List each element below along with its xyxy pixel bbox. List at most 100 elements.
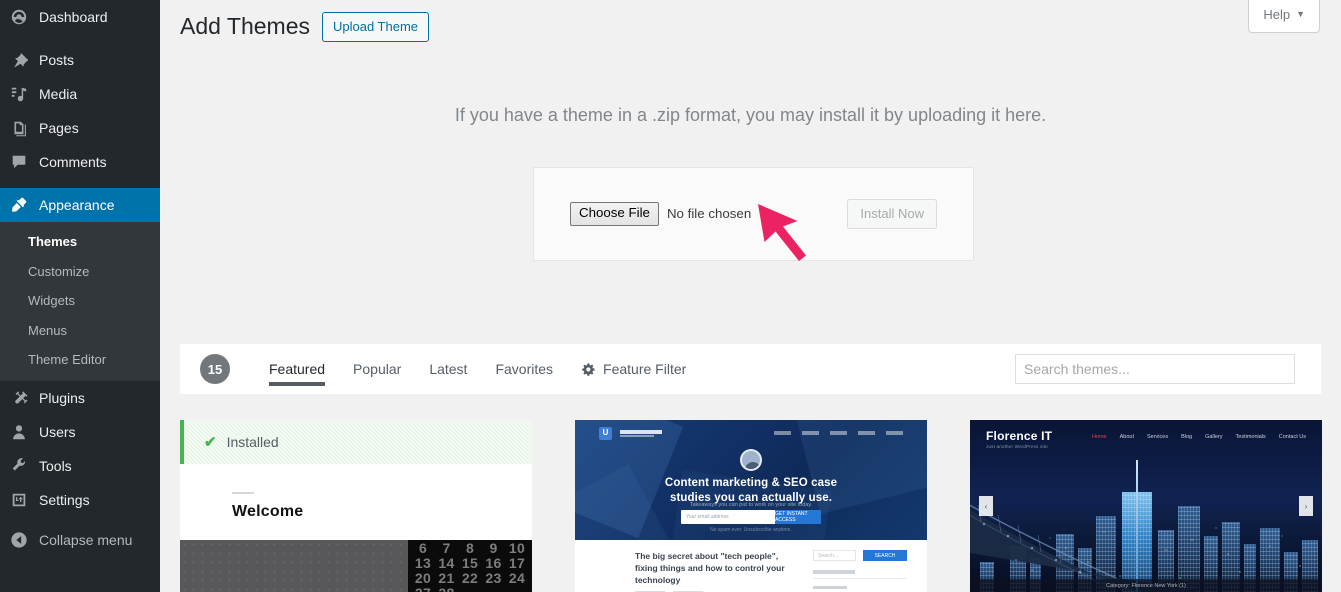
sidebar-divider	[0, 34, 160, 43]
sidebar-item-pages[interactable]: Pages	[0, 111, 160, 145]
calendar-widget: 6 7 8 9 10 13 14 15 16 17 20 21 22 23 24	[408, 540, 532, 592]
admin-sidebar: Dashboard Posts Media Pages Comments App…	[0, 0, 160, 592]
sidebar-search-button: SEARCH	[863, 550, 907, 561]
sidebar-item-comments[interactable]: Comments	[0, 145, 160, 179]
submenu-item-customize[interactable]: Customize	[0, 257, 160, 287]
sidebar-search-row: Search… SEARCH	[813, 550, 907, 561]
sidebar-widget-heading	[813, 585, 907, 589]
sidebar-item-users[interactable]: Users	[0, 415, 160, 449]
theme-card-marketing[interactable]: U Content marketing & SEO case studies y…	[575, 420, 927, 592]
tab-latest[interactable]: Latest	[415, 344, 481, 394]
tab-featured[interactable]: Featured	[255, 344, 339, 394]
calendar-cell: 23	[485, 570, 502, 587]
calendar-cell: 20	[414, 570, 432, 587]
sidebar-collapse-label: Collapse menu	[39, 531, 133, 548]
screenshot-article: The big secret about "tech people", fixi…	[635, 550, 795, 592]
screenshot-nav-links: Home About Services Blog Gallery Testimo…	[1092, 430, 1306, 440]
sidebar-item-label: Posts	[39, 52, 75, 68]
upload-theme-panel: Choose File No file chosen Install Now	[533, 167, 974, 261]
sidebar-divider	[0, 179, 160, 188]
calendar-cell: 8	[465, 540, 475, 556]
nav-link: About	[1119, 434, 1134, 440]
page-header: Add Themes Upload Theme	[160, 0, 1341, 42]
calendar-cell: 6	[418, 540, 428, 556]
submenu-item-menus[interactable]: Menus	[0, 316, 160, 346]
sidebar-item-posts[interactable]: Posts	[0, 43, 160, 77]
calendar-row: 20 21 22 23 24	[410, 571, 530, 586]
calendar-cell: 28	[436, 586, 458, 592]
sidebar-item-label: Comments	[39, 154, 107, 170]
upload-theme-button[interactable]: Upload Theme	[321, 12, 430, 42]
calendar-cell: 13	[414, 555, 432, 572]
headline-line-1: Content marketing & SEO case	[664, 477, 838, 489]
slider-next-icon: ›	[1299, 496, 1313, 516]
brand-wordmark	[620, 429, 662, 437]
signup-submit-button: GET INSTANT ACCESS	[775, 510, 821, 524]
nav-link: Blog	[1181, 434, 1193, 440]
brand-tagline: Just another WordPress site	[986, 443, 1048, 449]
calendar-cell: 27	[412, 586, 434, 592]
gear-icon	[582, 363, 595, 376]
installed-status-label: Installed	[226, 434, 279, 450]
submenu-item-themes[interactable]: Themes	[0, 227, 160, 257]
chevron-down-icon: ▼	[1296, 9, 1305, 20]
help-tab-label: Help	[1263, 7, 1291, 22]
calendar-cell: 24	[508, 570, 526, 587]
file-input-group[interactable]: Choose File No file chosen	[570, 202, 847, 226]
sidebar-item-plugins[interactable]: Plugins	[0, 381, 160, 415]
calendar-cell: 15	[461, 555, 479, 572]
calendar-cell: 14	[438, 555, 455, 572]
screenshot-form-note: No spam ever. Unsubscribe anytime.	[710, 527, 792, 533]
installed-banner: ✔ Installed	[180, 420, 532, 464]
calendar-row: 27 28	[410, 586, 530, 592]
screenshot-hero: U Content marketing & SEO case studies y…	[575, 420, 927, 540]
tab-popular[interactable]: Popular	[339, 344, 415, 394]
screenshot-topbar: U	[575, 420, 927, 446]
settings-sliders-icon	[9, 490, 29, 510]
search-input[interactable]	[1015, 354, 1295, 384]
calendar-cell	[506, 586, 528, 592]
feature-filter-button[interactable]: Feature Filter	[567, 361, 686, 377]
nav-link: Gallery	[1205, 434, 1223, 440]
sidebar-collapse-menu[interactable]: Collapse menu	[0, 523, 160, 557]
main-content: Help ▼ Add Themes Upload Theme If you ha…	[160, 0, 1341, 592]
plugins-icon	[9, 388, 29, 408]
sidebar-item-appearance[interactable]: Appearance	[0, 188, 160, 222]
email-field: Your email address	[681, 510, 775, 524]
screen-meta-links: Help ▼	[1248, 0, 1320, 33]
sidebar-item-label: Pages	[39, 120, 79, 136]
submenu-item-widgets[interactable]: Widgets	[0, 286, 160, 316]
users-icon	[9, 422, 29, 442]
nav-link: Home	[1091, 434, 1107, 440]
sidebar-item-label: Plugins	[39, 389, 85, 406]
sidebar-widget-heading	[813, 570, 907, 579]
search-wrapper	[1015, 354, 1295, 384]
sidebar-item-dashboard[interactable]: Dashboard	[0, 0, 160, 34]
theme-card-florence-it[interactable]: Florence IT Just another WordPress site …	[970, 420, 1322, 592]
submenu-item-theme-editor[interactable]: Theme Editor	[0, 345, 160, 375]
title-rule	[232, 492, 254, 494]
theme-title-zone: Welcome	[180, 464, 532, 540]
appearance-submenu: Themes Customize Widgets Menus Theme Edi…	[0, 222, 160, 381]
brand-name: Florence IT	[986, 429, 1053, 443]
theme-card-welcome[interactable]: ✔ Installed Welcome 6 7 8 9 10 13 14 15 …	[180, 420, 532, 592]
feature-filter-label: Feature Filter	[603, 361, 687, 377]
theme-name: Welcome	[232, 503, 304, 520]
help-tab-button[interactable]: Help ▼	[1248, 0, 1320, 33]
sidebar-item-label: Users	[39, 423, 76, 440]
page-title: Add Themes	[180, 13, 310, 40]
tab-favorites[interactable]: Favorites	[481, 344, 567, 394]
calendar-row: 13 14 15 16 17	[410, 555, 530, 572]
install-now-button[interactable]: Install Now	[847, 199, 937, 229]
sidebar-item-media[interactable]: Media	[0, 77, 160, 111]
screenshot-sidebar: Search… SEARCH	[813, 550, 907, 592]
sidebar-item-tools[interactable]: Tools	[0, 449, 160, 483]
sidebar-item-label: Tools	[39, 457, 72, 474]
sidebar-search-input: Search…	[813, 550, 856, 561]
choose-file-button[interactable]: Choose File	[570, 202, 659, 226]
slider-prev-icon: ‹	[979, 496, 993, 516]
collapse-arrow-icon	[9, 530, 29, 550]
theme-brand-title: Florence IT Just another WordPress site	[986, 430, 1052, 449]
no-file-chosen-text: No file chosen	[666, 206, 752, 222]
sidebar-item-settings[interactable]: Settings	[0, 483, 160, 517]
